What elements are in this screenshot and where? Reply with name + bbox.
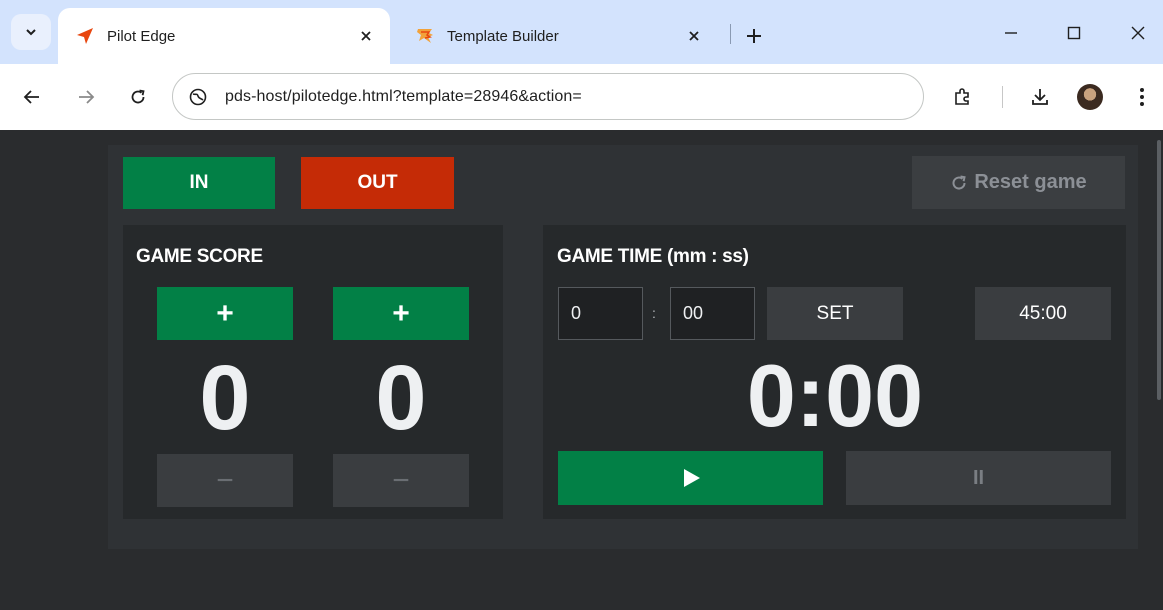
new-tab-button[interactable] — [740, 22, 768, 50]
browser-toolbar: pds-host/pilotedge.html?template=28946&a… — [0, 64, 1163, 130]
extensions-button[interactable] — [946, 81, 978, 113]
downloads-button[interactable] — [1024, 81, 1056, 113]
template-builder-icon — [415, 26, 435, 46]
home-score: 0 — [199, 347, 251, 449]
puzzle-icon — [955, 88, 969, 105]
profile-button[interactable] — [1074, 81, 1106, 113]
maximize-button[interactable] — [1059, 18, 1089, 48]
scrollbar[interactable] — [1157, 140, 1161, 400]
game-clock: 0:00 — [746, 346, 924, 445]
reset-icon — [952, 175, 967, 190]
away-score-plus-button[interactable]: + — [333, 287, 469, 340]
tab-separator — [730, 24, 731, 44]
tab-title: Template Builder — [447, 27, 559, 45]
download-icon — [1032, 89, 1048, 105]
minimize-button[interactable] — [996, 18, 1026, 48]
reload-icon — [131, 89, 145, 104]
forward-button[interactable] — [70, 81, 102, 113]
home-score-plus-button[interactable]: + — [157, 287, 293, 340]
pause-button[interactable]: II — [846, 451, 1111, 505]
reset-game-button[interactable]: Reset game — [912, 156, 1125, 209]
paper-plane-icon — [75, 26, 95, 46]
close-icon[interactable] — [354, 24, 378, 48]
time-separator: : — [652, 305, 656, 321]
in-button[interactable]: IN — [123, 157, 275, 209]
menu-button[interactable] — [1126, 81, 1158, 113]
toolbar-divider — [1002, 86, 1003, 108]
chevron-down-icon — [26, 29, 36, 36]
reset-game-label: Reset game — [974, 171, 1087, 193]
tab-search-button[interactable] — [11, 14, 51, 50]
arrow-right-icon — [79, 90, 95, 104]
close-icon[interactable] — [682, 24, 706, 48]
out-button[interactable]: OUT — [301, 157, 454, 209]
reload-button[interactable] — [122, 81, 154, 113]
plus-icon — [747, 29, 761, 43]
close-icon — [1131, 26, 1145, 40]
away-score-minus-button[interactable]: − — [333, 454, 469, 507]
away-score: 0 — [375, 347, 427, 449]
set-time-button[interactable]: SET — [767, 287, 903, 340]
play-icon — [683, 469, 700, 487]
home-score-minus-button[interactable]: − — [157, 454, 293, 507]
address-bar[interactable]: pds-host/pilotedge.html?template=28946&a… — [172, 73, 924, 120]
site-info-icon[interactable] — [187, 86, 209, 108]
arrow-left-icon — [23, 90, 39, 104]
preset-45-button[interactable]: 45:00 — [975, 287, 1111, 340]
play-button[interactable] — [558, 451, 823, 505]
game-time-title: GAME TIME (mm : ss) — [557, 246, 749, 267]
maximize-icon — [1067, 26, 1081, 40]
minutes-input[interactable] — [558, 287, 643, 340]
minimize-icon — [1005, 32, 1017, 34]
back-button[interactable] — [16, 81, 48, 113]
tab-pilot-edge[interactable]: Pilot Edge — [58, 8, 390, 64]
game-score-title: GAME SCORE — [136, 246, 263, 267]
close-window-button[interactable] — [1123, 18, 1153, 48]
url-text: pds-host/pilotedge.html?template=28946&a… — [225, 87, 582, 105]
tab-title: Pilot Edge — [107, 27, 176, 45]
seconds-input[interactable] — [670, 287, 755, 340]
tab-template-builder[interactable]: Template Builder — [398, 8, 718, 64]
more-vertical-icon — [1140, 88, 1144, 106]
browser-tabstrip: Pilot Edge Template Builder — [0, 0, 1163, 64]
avatar — [1077, 84, 1103, 110]
